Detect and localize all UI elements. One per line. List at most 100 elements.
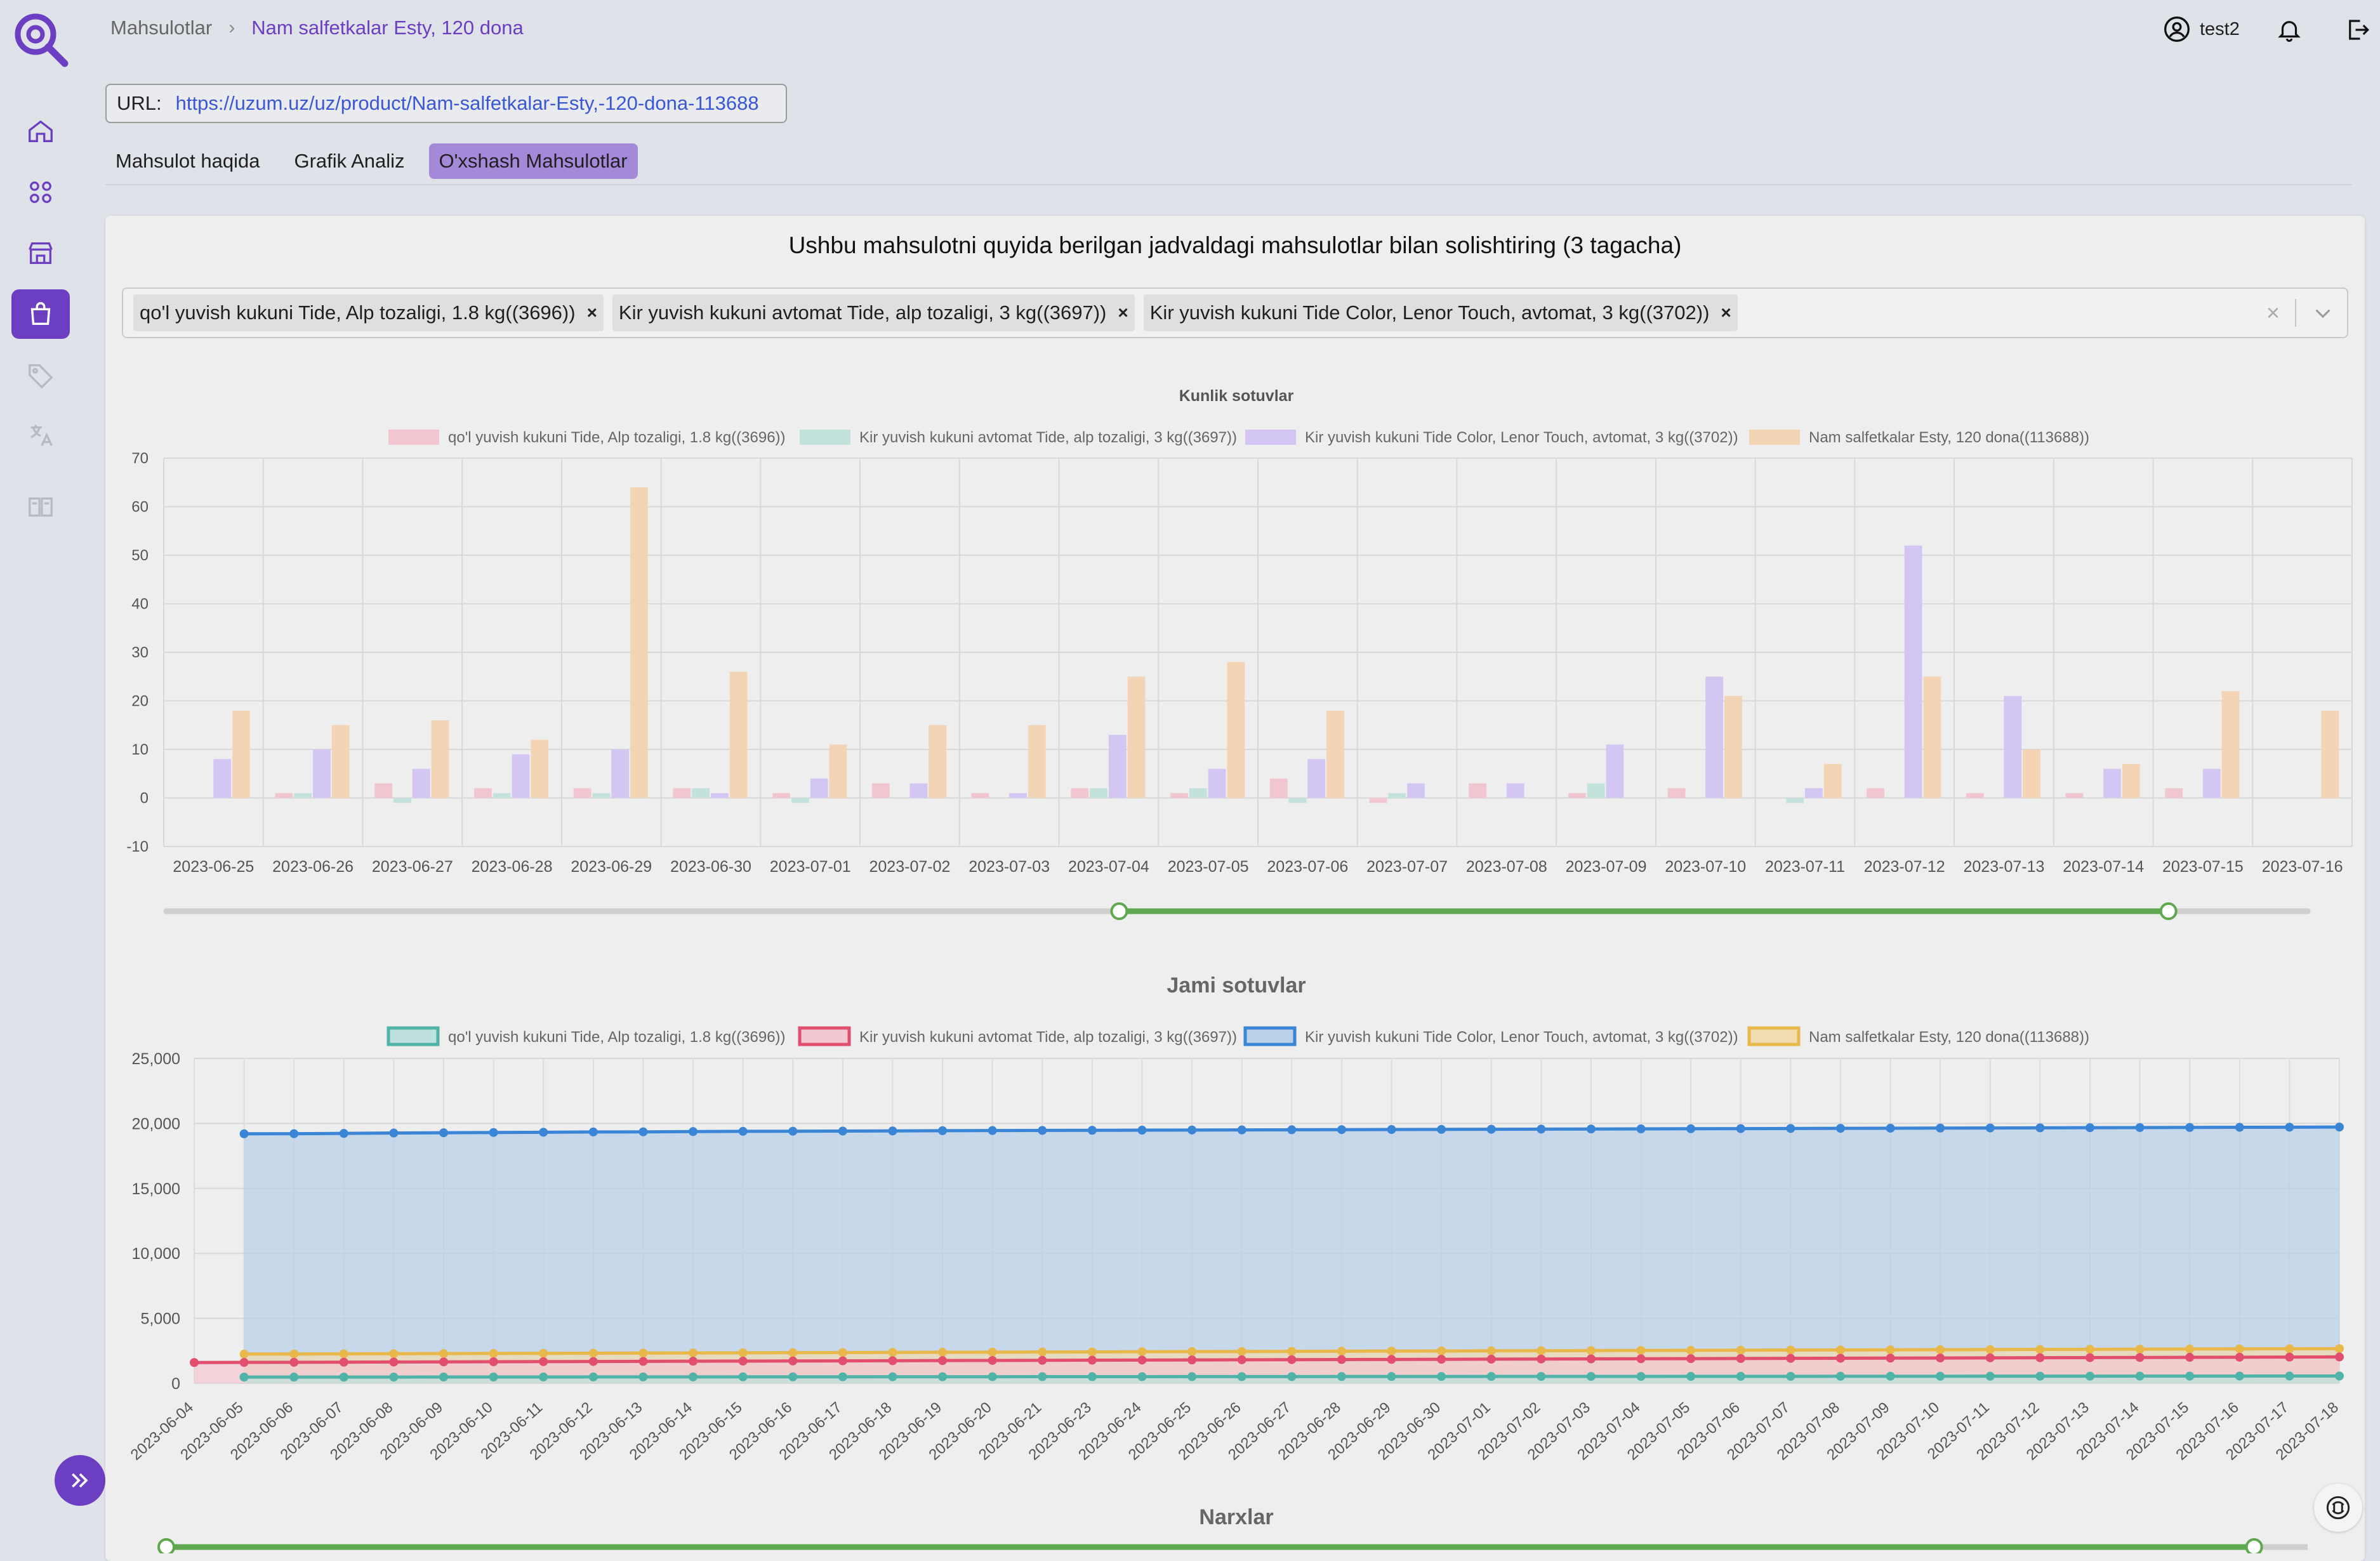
data-point[interactable]	[1087, 1355, 1097, 1365]
data-point[interactable]	[1137, 1126, 1147, 1135]
bar[interactable]	[1587, 783, 1605, 798]
data-point[interactable]	[1586, 1124, 1596, 1134]
data-point[interactable]	[689, 1357, 698, 1366]
data-point[interactable]	[289, 1349, 299, 1359]
bar[interactable]	[2122, 763, 2140, 798]
bar[interactable]	[592, 793, 611, 798]
bar[interactable]	[531, 739, 549, 798]
bar[interactable]	[729, 671, 748, 798]
bar[interactable]	[791, 798, 809, 803]
data-point[interactable]	[788, 1372, 798, 1381]
bar[interactable]	[1667, 788, 1686, 798]
data-point[interactable]	[1786, 1371, 1795, 1381]
data-point[interactable]	[1636, 1346, 1646, 1355]
data-point[interactable]	[1437, 1124, 1446, 1134]
data-point[interactable]	[2185, 1353, 2195, 1362]
data-point[interactable]	[588, 1357, 598, 1366]
bar[interactable]	[1388, 793, 1406, 798]
range-slider-handle-start[interactable]	[157, 1538, 175, 1553]
bar[interactable]	[1307, 759, 1326, 798]
bar[interactable]	[1009, 793, 1027, 798]
data-point[interactable]	[1187, 1372, 1197, 1381]
bar[interactable]	[374, 783, 393, 798]
data-point[interactable]	[2035, 1353, 2045, 1362]
legend-swatch[interactable]	[800, 430, 850, 445]
data-point[interactable]	[1835, 1354, 1845, 1363]
bar[interactable]	[2065, 793, 2084, 798]
bar[interactable]	[1127, 676, 1146, 798]
data-point[interactable]	[938, 1126, 948, 1135]
data-point[interactable]	[1287, 1355, 1297, 1364]
bar[interactable]	[611, 749, 630, 798]
data-point[interactable]	[2185, 1123, 2195, 1132]
bar[interactable]	[2221, 691, 2240, 798]
data-point[interactable]	[2285, 1352, 2294, 1362]
data-point[interactable]	[1038, 1126, 1047, 1135]
bar[interactable]	[1189, 788, 1207, 798]
data-point[interactable]	[2135, 1353, 2145, 1362]
data-point[interactable]	[1337, 1347, 1346, 1356]
data-point[interactable]	[239, 1373, 249, 1382]
bar[interactable]	[393, 798, 411, 803]
data-point[interactable]	[888, 1372, 897, 1381]
bar[interactable]	[1469, 783, 1487, 798]
bar[interactable]	[1090, 788, 1107, 798]
bar[interactable]	[1568, 793, 1586, 798]
data-point[interactable]	[439, 1349, 449, 1359]
data-point[interactable]	[2285, 1344, 2294, 1354]
bar[interactable]	[971, 793, 989, 798]
data-point[interactable]	[1786, 1354, 1795, 1363]
data-point[interactable]	[2135, 1123, 2145, 1132]
data-point[interactable]	[2085, 1345, 2094, 1354]
data-point[interactable]	[1187, 1355, 1197, 1365]
data-point[interactable]	[289, 1129, 299, 1138]
bar[interactable]	[692, 788, 710, 798]
data-point[interactable]	[2185, 1371, 2195, 1381]
data-point[interactable]	[588, 1372, 598, 1381]
data-point[interactable]	[2035, 1123, 2045, 1133]
data-point[interactable]	[1437, 1355, 1446, 1364]
data-point[interactable]	[2085, 1353, 2094, 1362]
data-point[interactable]	[339, 1129, 348, 1138]
data-point[interactable]	[1137, 1372, 1147, 1381]
data-point[interactable]	[489, 1128, 498, 1137]
data-point[interactable]	[339, 1373, 348, 1382]
data-point[interactable]	[2335, 1352, 2344, 1362]
legend-swatch[interactable]	[388, 430, 439, 445]
bar[interactable]	[1904, 545, 1922, 798]
data-point[interactable]	[1387, 1355, 1396, 1364]
data-point[interactable]	[2235, 1371, 2244, 1381]
legend-swatch[interactable]	[1747, 1026, 1801, 1046]
range-slider-handle-end[interactable]	[2245, 1538, 2263, 1553]
data-point[interactable]	[938, 1348, 948, 1357]
data-point[interactable]	[988, 1372, 997, 1381]
data-point[interactable]	[588, 1348, 598, 1358]
data-point[interactable]	[1437, 1372, 1446, 1381]
data-point[interactable]	[289, 1373, 299, 1382]
bar[interactable]	[2103, 768, 2121, 798]
data-point[interactable]	[1586, 1372, 1596, 1381]
data-point[interactable]	[788, 1126, 798, 1136]
data-point[interactable]	[838, 1348, 847, 1357]
data-point[interactable]	[888, 1126, 897, 1136]
data-point[interactable]	[239, 1129, 249, 1138]
data-point[interactable]	[1736, 1345, 1745, 1355]
data-point[interactable]	[2285, 1371, 2294, 1381]
data-point[interactable]	[638, 1127, 648, 1136]
bar[interactable]	[1823, 763, 1842, 798]
data-point[interactable]	[239, 1349, 249, 1359]
data-point[interactable]	[1287, 1125, 1297, 1135]
data-point[interactable]	[788, 1356, 798, 1366]
bar[interactable]	[1966, 793, 1984, 798]
data-point[interactable]	[1686, 1345, 1696, 1355]
data-point[interactable]	[1835, 1124, 1845, 1133]
bar[interactable]	[1705, 676, 1724, 798]
data-point[interactable]	[1985, 1353, 1995, 1362]
data-point[interactable]	[638, 1357, 648, 1366]
bar[interactable]	[512, 754, 530, 798]
data-point[interactable]	[1187, 1347, 1197, 1357]
data-point[interactable]	[1087, 1347, 1097, 1357]
legend-swatch[interactable]	[387, 1026, 440, 1046]
bar[interactable]	[1326, 710, 1344, 798]
data-point[interactable]	[1736, 1124, 1745, 1133]
